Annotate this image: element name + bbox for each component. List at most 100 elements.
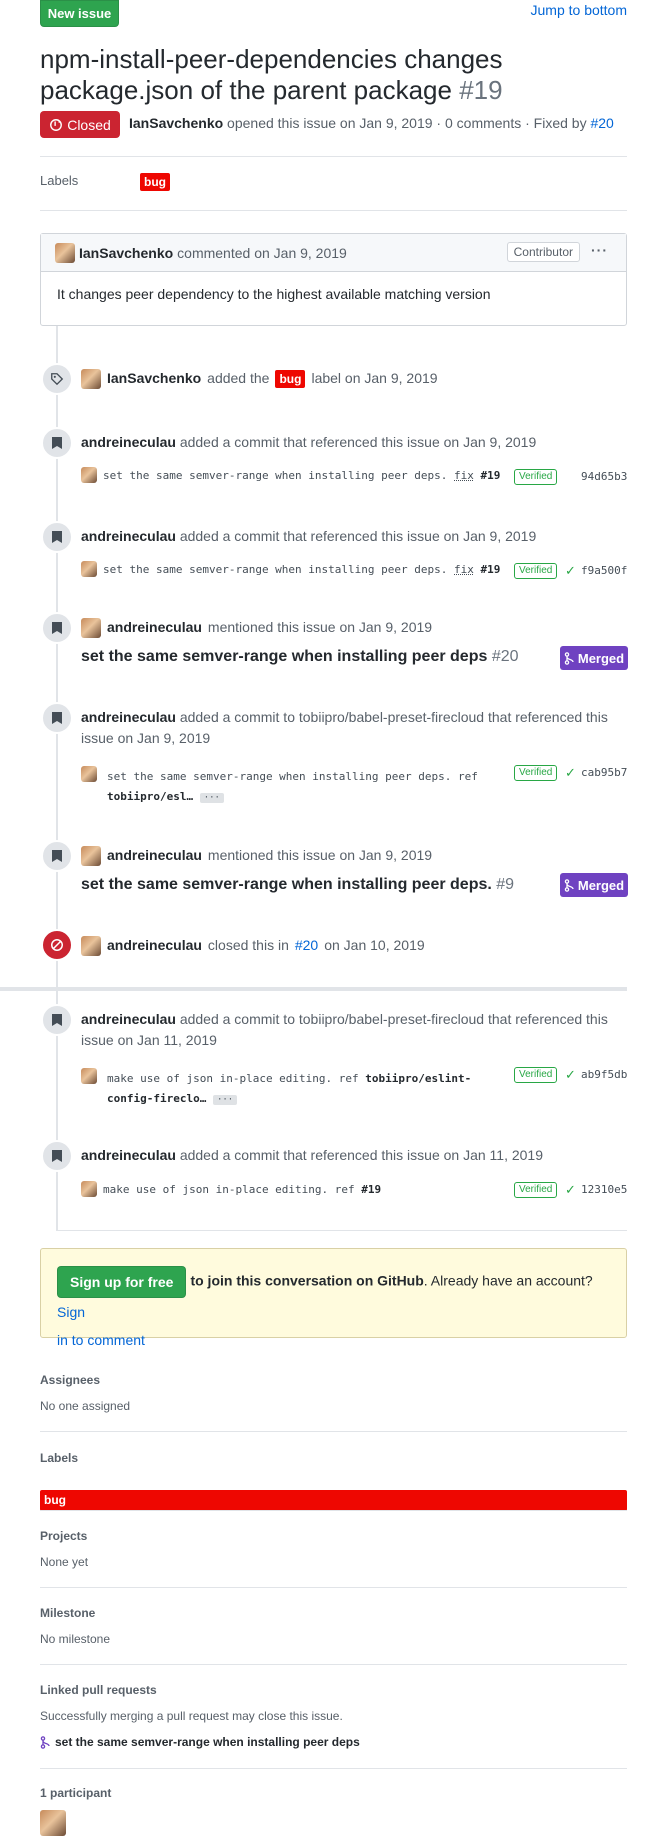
labels-row-value: bug [140, 173, 170, 191]
comment-body: It changes peer dependency to the highes… [57, 286, 491, 302]
expand-message-button[interactable]: ··· [199, 793, 224, 803]
commit-sha-link[interactable]: ab9f5db [581, 1068, 627, 1081]
referenced-pr[interactable]: set the same semver-range when installin… [81, 648, 519, 666]
linked-prs-title[interactable]: Linked pull requests [40, 1683, 157, 1697]
closed-icon [41, 929, 73, 961]
signup-bold-text: to join this conversation on GitHub [190, 1272, 424, 1289]
signup-prompt: Sign up for free to join this conversatio… [40, 1248, 627, 1348]
commit-fix: fix [454, 562, 474, 576]
merge-icon [564, 878, 574, 892]
comment-author-link[interactable]: IanSavchenko [79, 245, 173, 261]
closed-event: andreineculau closed this in #20 on Jan … [81, 935, 425, 956]
divider [40, 1664, 627, 1665]
verified-badge[interactable]: Verified [514, 563, 558, 579]
signup-button[interactable]: Sign up for free [57, 1266, 187, 1298]
commit-sha-link[interactable]: cab95b7 [581, 766, 627, 779]
commit-sha-link[interactable]: f9a500f [581, 564, 627, 577]
verified-badge[interactable]: Verified [514, 765, 558, 781]
merged-label: Merged [577, 650, 625, 666]
commit-message[interactable]: make use of json in-place editing. ref #… [103, 1183, 381, 1196]
linked-pr-item[interactable]: set the same semver-range when installin… [40, 1735, 360, 1749]
avatar[interactable] [81, 467, 97, 483]
event-actor-link[interactable]: andreineculau [107, 845, 202, 866]
verified-badge[interactable]: Verified [514, 1067, 558, 1083]
sign-in-link-continued[interactable]: in to comment [57, 1332, 145, 1348]
labels-title[interactable]: Labels [40, 1451, 78, 1465]
commit-ref-link[interactable]: tobiipro/esl… [107, 790, 193, 803]
jump-to-bottom-link[interactable]: Jump to bottom [531, 2, 628, 18]
event-actor-link[interactable]: IanSavchenko [107, 368, 201, 389]
commit-ref-link[interactable]: #19 [361, 1183, 381, 1196]
avatar[interactable] [81, 1181, 97, 1197]
avatar[interactable] [81, 765, 97, 783]
milestone-title[interactable]: Milestone [40, 1606, 95, 1620]
commit-event: andreineculau added a commit to tobiipro… [81, 1009, 621, 1051]
avatar[interactable] [55, 242, 75, 263]
projects-title[interactable]: Projects [40, 1529, 87, 1543]
label-bug[interactable]: bug [140, 173, 170, 191]
avatar[interactable] [81, 935, 101, 956]
commit-message[interactable]: set the same semver-range when installin… [107, 767, 478, 807]
divider [40, 210, 627, 211]
issue-author-link[interactable]: IanSavchenko [129, 115, 223, 131]
new-issue-button[interactable]: New issue [40, 0, 119, 27]
comment-box: IanSavchenko commented on Jan 9, 2019 Co… [40, 233, 627, 326]
pr-title-link[interactable]: set the same semver-range when installin… [81, 648, 487, 665]
event-text: added a commit that referenced this issu… [179, 1147, 543, 1163]
avatar[interactable] [81, 845, 101, 866]
event-text: mentioned this issue on Jan 9, 2019 [207, 847, 433, 863]
commit-message-text: make use of json in-place editing. ref [107, 1072, 359, 1085]
commit-ref-link[interactable]: #19 [481, 469, 501, 482]
event-text: issue on Jan 11, 2019 [81, 1032, 217, 1048]
bookmark-icon [41, 1140, 73, 1172]
bookmark-icon [41, 840, 73, 872]
event-actor-link[interactable]: andreineculau [81, 709, 176, 725]
pr-title-link[interactable]: set the same semver-range when installin… [81, 876, 492, 893]
event-text: added a commit to tobiipro/babel-preset-… [179, 1011, 608, 1027]
event-actor-link[interactable]: andreineculau [81, 1011, 176, 1027]
participant-avatar[interactable] [40, 1810, 66, 1836]
closed-ref-link[interactable]: #20 [295, 935, 318, 956]
fixed-by-link[interactable]: #20 [590, 115, 613, 131]
commit-message[interactable]: set the same semver-range when installin… [103, 469, 500, 482]
avatar[interactable] [81, 561, 97, 577]
event-actor-link[interactable]: andreineculau [81, 528, 176, 544]
commit-sha-link[interactable]: 94d65b3 [581, 470, 627, 483]
label-bug[interactable]: bug [275, 369, 306, 388]
commit-ref-link[interactable]: config-fireclo… [107, 1092, 206, 1105]
avatar[interactable] [81, 617, 101, 638]
timeline-line [56, 326, 58, 987]
sign-in-link[interactable]: Sign [57, 1304, 85, 1320]
check-icon[interactable]: ✓ [565, 1067, 576, 1083]
check-icon[interactable]: ✓ [565, 1182, 576, 1198]
commit-message[interactable]: make use of json in-place editing. ref t… [107, 1069, 471, 1109]
check-icon[interactable]: ✓ [565, 765, 576, 781]
event-actor-link[interactable]: andreineculau [107, 617, 202, 638]
check-icon[interactable]: ✓ [565, 563, 576, 579]
assignees-value: No one assigned [40, 1399, 131, 1413]
event-actor-link[interactable]: andreineculau [81, 1147, 176, 1163]
divider [40, 156, 627, 157]
verified-badge[interactable]: Verified [514, 1182, 558, 1198]
event-text: added a commit that referenced this issu… [179, 434, 537, 450]
avatar[interactable] [81, 368, 101, 389]
assignees-title[interactable]: Assignees [40, 1373, 100, 1387]
pr-number: #9 [496, 876, 515, 893]
commit-ref-link[interactable]: tobiipro/eslint- [365, 1072, 471, 1085]
referenced-pr[interactable]: set the same semver-range when installin… [81, 876, 514, 894]
commit-sha-link[interactable]: 12310e5 [581, 1183, 627, 1196]
event-text: on Jan 10, 2019 [324, 937, 425, 953]
issue-title-text: npm-install-peer-dependencies changes pa… [40, 44, 503, 105]
avatar[interactable] [81, 1067, 97, 1085]
linked-pr-title[interactable]: set the same semver-range when installin… [55, 1735, 360, 1749]
commit-ref-link[interactable]: #19 [481, 563, 501, 576]
event-actor-link[interactable]: andreineculau [81, 434, 176, 450]
label-bug[interactable]: bug [40, 1490, 627, 1511]
merged-badge: Merged [560, 873, 628, 897]
event-actor-link[interactable]: andreineculau [107, 935, 202, 956]
verified-badge[interactable]: Verified [514, 469, 558, 485]
comment-menu-button[interactable]: ··· [591, 242, 608, 258]
commit-message[interactable]: set the same semver-range when installin… [103, 563, 500, 576]
expand-message-button[interactable]: ··· [212, 1095, 238, 1105]
commit-fix: fix [454, 468, 474, 482]
